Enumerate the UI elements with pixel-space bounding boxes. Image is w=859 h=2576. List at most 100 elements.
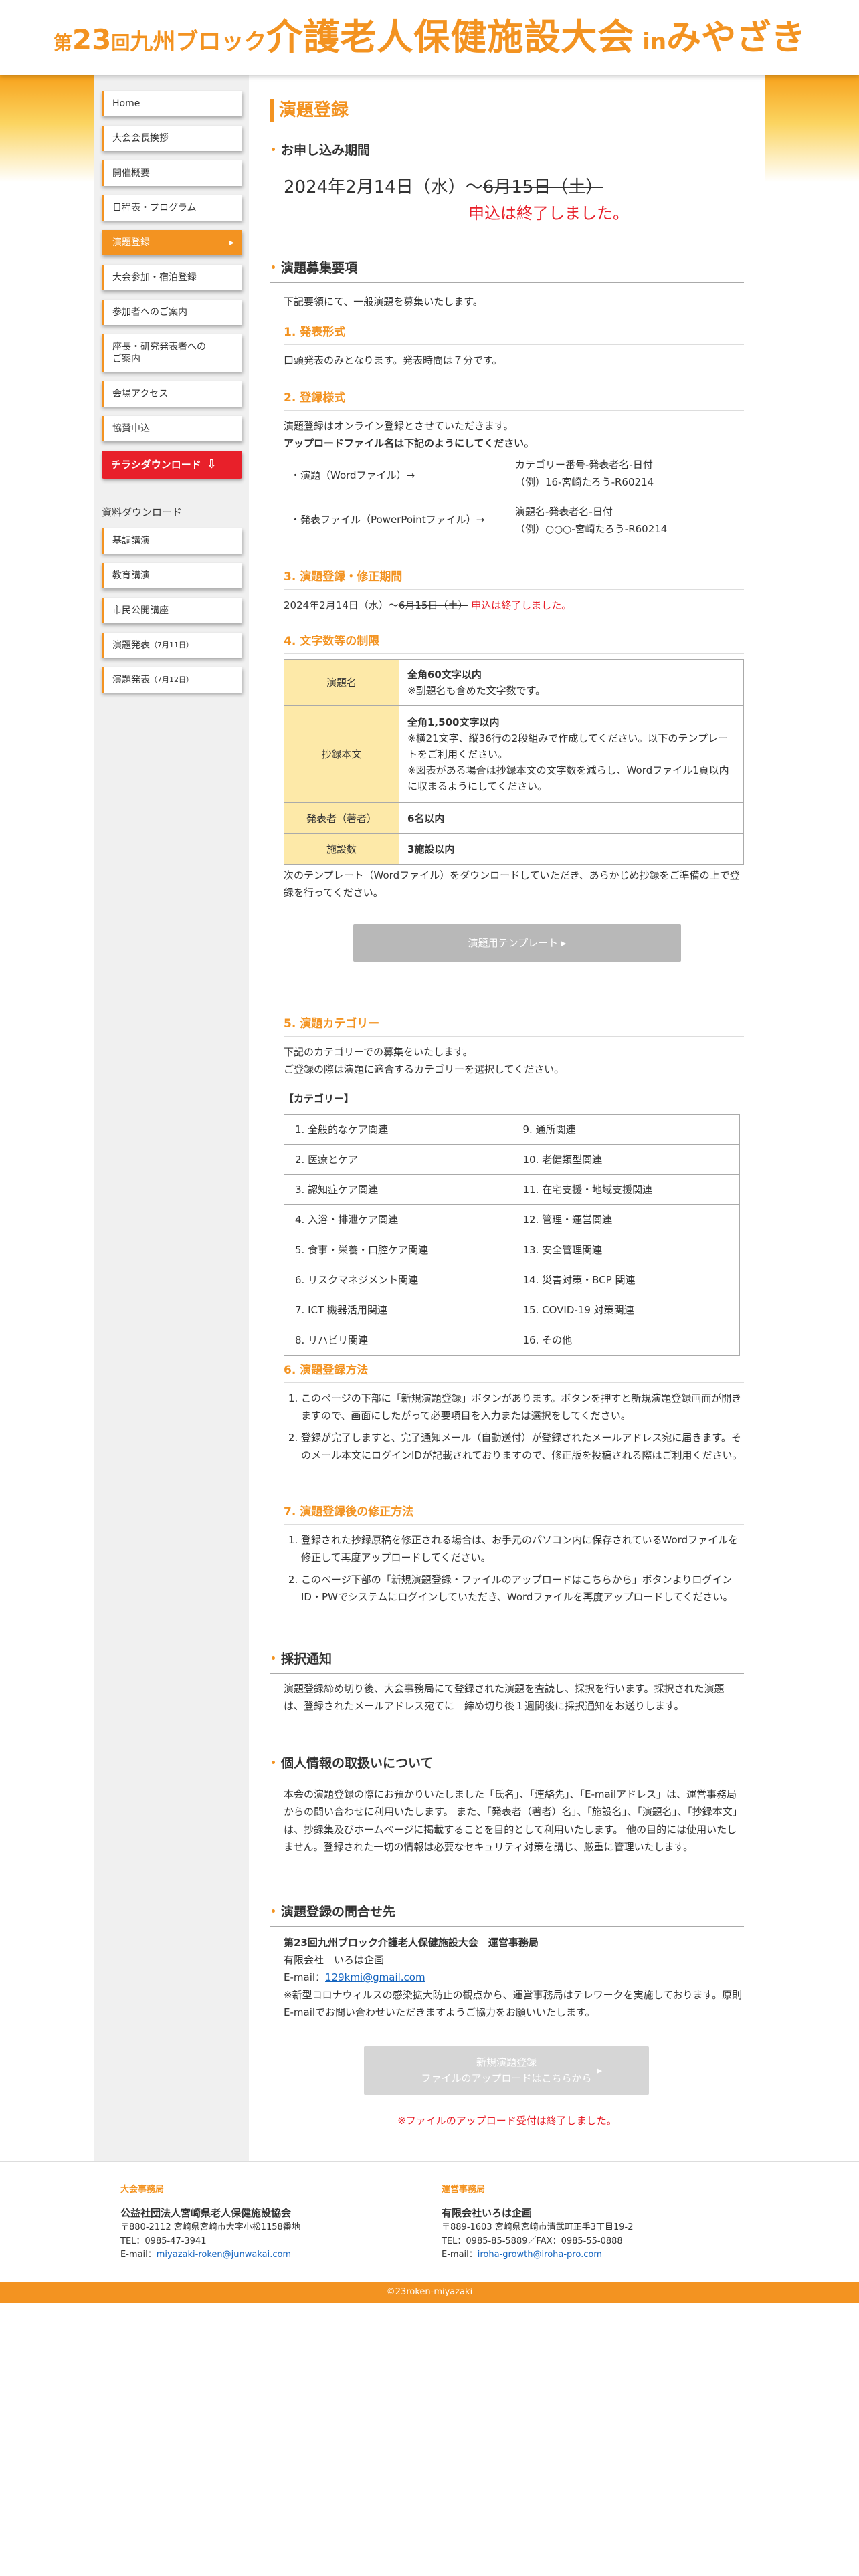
category-cell: 10. 老健類型関連 [511,1144,740,1175]
sidebar-item-greeting[interactable]: 大会会長挨拶 [102,126,242,151]
sidebar-item-home[interactable]: Home [102,91,242,116]
footer-right-address: 〒889-1603 宮崎県宮崎市清武町正手3丁目19-2 [442,2222,634,2232]
period-end-struck: 6月15日（土） [482,177,603,197]
limit-label: 演題名 [284,659,399,706]
title-kai: 回 [111,31,130,54]
sidebar-item-access[interactable]: 会場アクセス [102,381,242,407]
footer-right-email-link[interactable]: iroha-growth@iroha-pro.com [478,2250,602,2260]
download-label: 演題発表 [112,674,150,685]
flyer-download-button[interactable]: チラシダウンロード ⇩ [102,451,242,479]
table-row: 6. リスクマネジメント関連 14. 災害対策・BCP 関連 [284,1265,740,1295]
category-cell: 8. リハビリ関連 [284,1325,512,1356]
flyer-download-label: チラシダウンロード [111,459,201,471]
footer-right-heading: 運営事務局 [442,2183,736,2199]
sidebar-item-overview[interactable]: 開催概要 [102,160,242,186]
file1-label: ・演題（Wordファイル）→ [290,469,415,481]
template-note: 次のテンプレート（Wordファイル）をダウンロードしていただき、あらかじめ抄録を… [284,869,740,899]
download-label: 基調講演 [112,535,150,546]
title-prefix: 第 [53,31,72,54]
sub-style-heading: 2. 登録様式 [284,389,744,411]
table-row: 3. 認知症ケア関連 11. 在宅支援・地域支援関連 [284,1174,740,1205]
contact-email-label: E-mail： [284,1971,326,1983]
table-row: 4. 入浴・排泄ケア関連 12. 管理・運営関連 [284,1204,740,1235]
contact-org: 第23回九州ブロック介護老人保健施設大会 運営事務局 [284,1937,539,1949]
limit-value: 全角1,500文字以内 ※横21文字、縦36行の2段組みで作成してください。以下の… [399,705,744,803]
title-main: 介護老人保健施設大会 [266,15,635,58]
footer-left-email-line: E-mail：miyazaki-roken@junwakai.com [120,2248,415,2262]
sidebar-download-abstract-day1[interactable]: 演題発表 （7月11日） [102,633,242,658]
list-item: 登録が完了しますと、完了通知メール（自動送付）が登録されたメールアドレス宛に届き… [301,1429,744,1465]
list-item: このページの下部に「新規演題登録」ボタンがあります。ボタンを押すと新規演題登録画… [301,1390,744,1425]
sidebar-download-abstract-day2[interactable]: 演題発表 （7月12日） [102,667,242,693]
list-item: このページ下部の「新規演題登録・ファイルのアップロードはこちらから」ボタンよりロ… [301,1571,744,1606]
sidebar-item-program[interactable]: 日程表・プログラム [102,195,242,221]
sidebar-download-keynote[interactable]: 基調講演 [102,528,242,554]
limit-main: 6名以内 [407,812,445,825]
file1-example: （例）16-宮崎たろう-R60214 [515,476,654,488]
site-title[interactable]: 第23回九州ブロック介護老人保健施設大会 inみやざき [54,9,805,66]
section-period-heading: お申し込み期間 [270,140,744,166]
table-row: 8. リハビリ関連 16. その他 [284,1325,740,1356]
contact-email-link[interactable]: 129kmi@gmail.com [325,1971,425,1983]
title-place: みやざき [666,17,806,58]
category-cell: 7. ICT 機器活用関連 [284,1295,512,1325]
limit-main: 全角60文字以内 [407,668,482,681]
category-cell: 4. 入浴・排泄ケア関連 [284,1204,512,1235]
limit-main: 3施設以内 [407,843,455,855]
footer-right-tel: TEL：0985-85-5889／FAX：0985-55-0888 [442,2236,623,2246]
limit-note: ※図表がある場合は抄録本文の文字数を減らし、Wordファイル1頁以内に収まるよう… [407,764,729,792]
chevron-right-icon: ▸ [597,2064,602,2076]
section-privacy-heading: 個人情報の取扱いについて [270,1753,744,1779]
sidebar-item-abstract[interactable]: 演題登録 [102,230,242,255]
sidebar-item-sponsor[interactable]: 協賛申込 [102,416,242,441]
sidebar-item-label: 会場アクセス [112,388,169,399]
template-download-button[interactable]: 演題用テンプレート ▸ [353,924,681,962]
sidebar-item-registration[interactable]: 大会参加・宿泊登録 [102,265,242,290]
revision-list: 登録された抄録原稿を修正される場合は、お手元のパソコン内に保存されているWord… [301,1531,744,1610]
title-number: 23 [72,23,112,56]
file2-label: ・発表ファイル（PowerPointファイル）→ [290,514,485,526]
category-title: 【カテゴリー】 [284,1093,355,1105]
limit-label: 抄録本文 [284,705,399,803]
download-label: 教育講演 [112,570,150,581]
sidebar-item-label: 協賛申込 [112,423,150,434]
privacy-text: 本会の演題登録の際にお預かりいたしました「氏名」、「連絡先」、「E-mailアド… [284,1788,743,1853]
footer-operations: 運営事務局 有限会社いろは企画 〒889-1603 宮崎県宮崎市清武町正手3丁目… [442,2183,736,2262]
sidebar-item-presenters[interactable]: 座長・研究発表者への ご案内 [102,334,242,372]
sidebar: Home 大会会長挨拶 開催概要 日程表・プログラム 演題登録 大会参加・宿泊登… [94,75,249,2161]
limit-note: ※副題名も含めた文字数です。 [407,684,546,697]
table-row: 演題名 全角60文字以内 ※副題名も含めた文字数です。 [284,659,744,706]
footer-right-email-label: E-mail： [442,2250,478,2260]
footer-left-address: 〒880-2112 宮崎県宮崎市大字小松1158番地 [120,2222,300,2232]
sidebar-item-label: 大会会長挨拶 [112,132,169,144]
section-guidelines-heading: 演題募集要項 [270,258,744,284]
sidebar-download-education[interactable]: 教育講演 [102,563,242,588]
guidelines-intro: 下記要領にて、一般演題を募集いたします。 [284,296,483,308]
upload-button-line2: ファイルのアップロードはこちらから [421,2072,592,2084]
sidebar-download-public[interactable]: 市民公開講座 [102,598,242,623]
edit-period-closed: 申込は終了しました。 [471,599,572,611]
footer-right-name: 有限会社いろは企画 [442,2206,533,2219]
category-cell: 6. リスクマネジメント関連 [284,1265,512,1295]
contact-note: ※新型コロナウィルスの感染拡大防止の観点から、運営事務局はテレワークを実施してお… [284,1989,743,2019]
new-abstract-upload-button[interactable]: 新規演題登録 ファイルのアップロードはこちらから ▸ [364,2046,649,2095]
contact-email-line: E-mail：129kmi@gmail.com [284,1969,744,1986]
footer-left-name: 公益社団法人宮崎県老人保健施設協会 [120,2206,292,2219]
category-table: 1. 全般的なケア関連 9. 通所関連 2. 医療とケア 10. 老健類型関連 3. 認… [284,1114,740,1356]
method-list: このページの下部に「新規演題登録」ボタンがあります。ボタンを押すと新規演題登録画… [301,1390,744,1468]
download-section-title: 資料ダウンロード [102,506,183,518]
sidebar-item-participants[interactable]: 参加者へのご案内 [102,300,242,325]
table-row: 施設数 3施設以内 [284,833,744,865]
header-decoration-left [0,75,94,182]
style-text-1: 演題登録はオンライン登録とさせていただきます。 [284,420,514,432]
file2-format: 演題名-発表者名-日付 [515,506,613,518]
category-cell: 12. 管理・運営関連 [511,1204,740,1235]
table-row: 抄録本文 全角1,500文字以内 ※横21文字、縦36行の2段組みで作成してくださ… [284,705,744,803]
footer-left-email-link[interactable]: miyazaki-roken@junwakai.com [157,2250,291,2260]
category-cell: 11. 在宅支援・地域支援関連 [511,1174,740,1205]
category-cell: 1. 全般的なケア関連 [284,1114,512,1145]
category-cell: 16. その他 [511,1325,740,1356]
section-contact-heading: 演題登録の問合せ先 [270,1902,744,1927]
contact-company: 有限会社 いろは企画 [284,1954,385,1966]
footer-secretariat: 大会事務局 公益社団法人宮崎県老人保健施設協会 〒880-2112 宮崎県宮崎市… [120,2183,415,2262]
